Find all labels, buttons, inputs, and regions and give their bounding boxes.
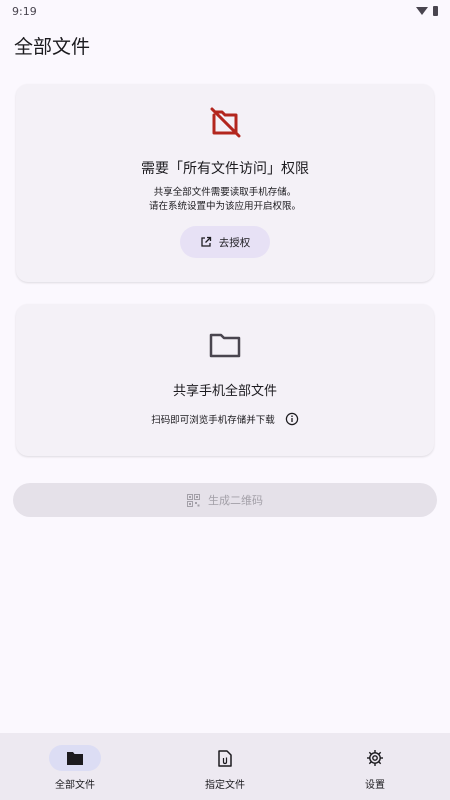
page-title: 全部文件 bbox=[14, 36, 91, 58]
wifi-icon bbox=[416, 7, 428, 15]
status-icons bbox=[416, 6, 438, 16]
authorize-button[interactable]: 去授权 bbox=[180, 226, 270, 258]
share-subtitle: 扫码即可浏览手机存储并下载 bbox=[151, 415, 275, 426]
authorize-button-label: 去授权 bbox=[218, 236, 251, 249]
nav-icon-wrap bbox=[199, 745, 251, 771]
nav-label-settings: 设置 bbox=[365, 780, 385, 791]
permission-desc-line2: 请在系统设置中为该应用开启权限。 bbox=[148, 201, 301, 212]
nav-indicator bbox=[49, 745, 101, 771]
generate-qr-label: 生成二维码 bbox=[208, 495, 263, 507]
permission-desc-line1: 共享全部文件需要读取手机存储。 bbox=[153, 187, 297, 198]
nav-item-settings[interactable]: 设置 bbox=[300, 733, 450, 800]
permission-card: 需要「所有文件访问」权限 共享全部文件需要读取手机存储。 请在系统设置中为该应用… bbox=[16, 84, 434, 282]
folder-icon bbox=[67, 751, 83, 765]
battery-icon bbox=[433, 6, 438, 16]
nav-label-specified-files: 指定文件 bbox=[205, 780, 245, 791]
bottom-nav: 全部文件 指定文件 设置 bbox=[0, 733, 450, 800]
folder-off-icon bbox=[210, 107, 241, 138]
status-time: 9:19 bbox=[12, 4, 37, 18]
gear-icon bbox=[367, 750, 383, 766]
nav-item-all-files[interactable]: 全部文件 bbox=[0, 733, 150, 800]
permission-title: 需要「所有文件访问」权限 bbox=[141, 161, 309, 177]
share-card: 共享手机全部文件 扫码即可浏览手机存储并下载 bbox=[16, 304, 434, 456]
qr-code-icon bbox=[187, 493, 200, 507]
info-icon[interactable] bbox=[285, 412, 299, 426]
share-subtitle-row: 扫码即可浏览手机存储并下载 bbox=[16, 412, 434, 426]
generate-qr-button[interactable]: 生成二维码 bbox=[13, 483, 437, 517]
open-external-icon bbox=[201, 236, 211, 247]
nav-label-all-files: 全部文件 bbox=[55, 780, 95, 791]
file-icon bbox=[218, 749, 232, 767]
status-bar: 9:19 bbox=[0, 0, 450, 22]
nav-icon-wrap bbox=[349, 745, 401, 771]
share-title: 共享手机全部文件 bbox=[172, 384, 277, 399]
folder-icon bbox=[209, 333, 241, 358]
nav-item-specified-files[interactable]: 指定文件 bbox=[150, 733, 300, 800]
